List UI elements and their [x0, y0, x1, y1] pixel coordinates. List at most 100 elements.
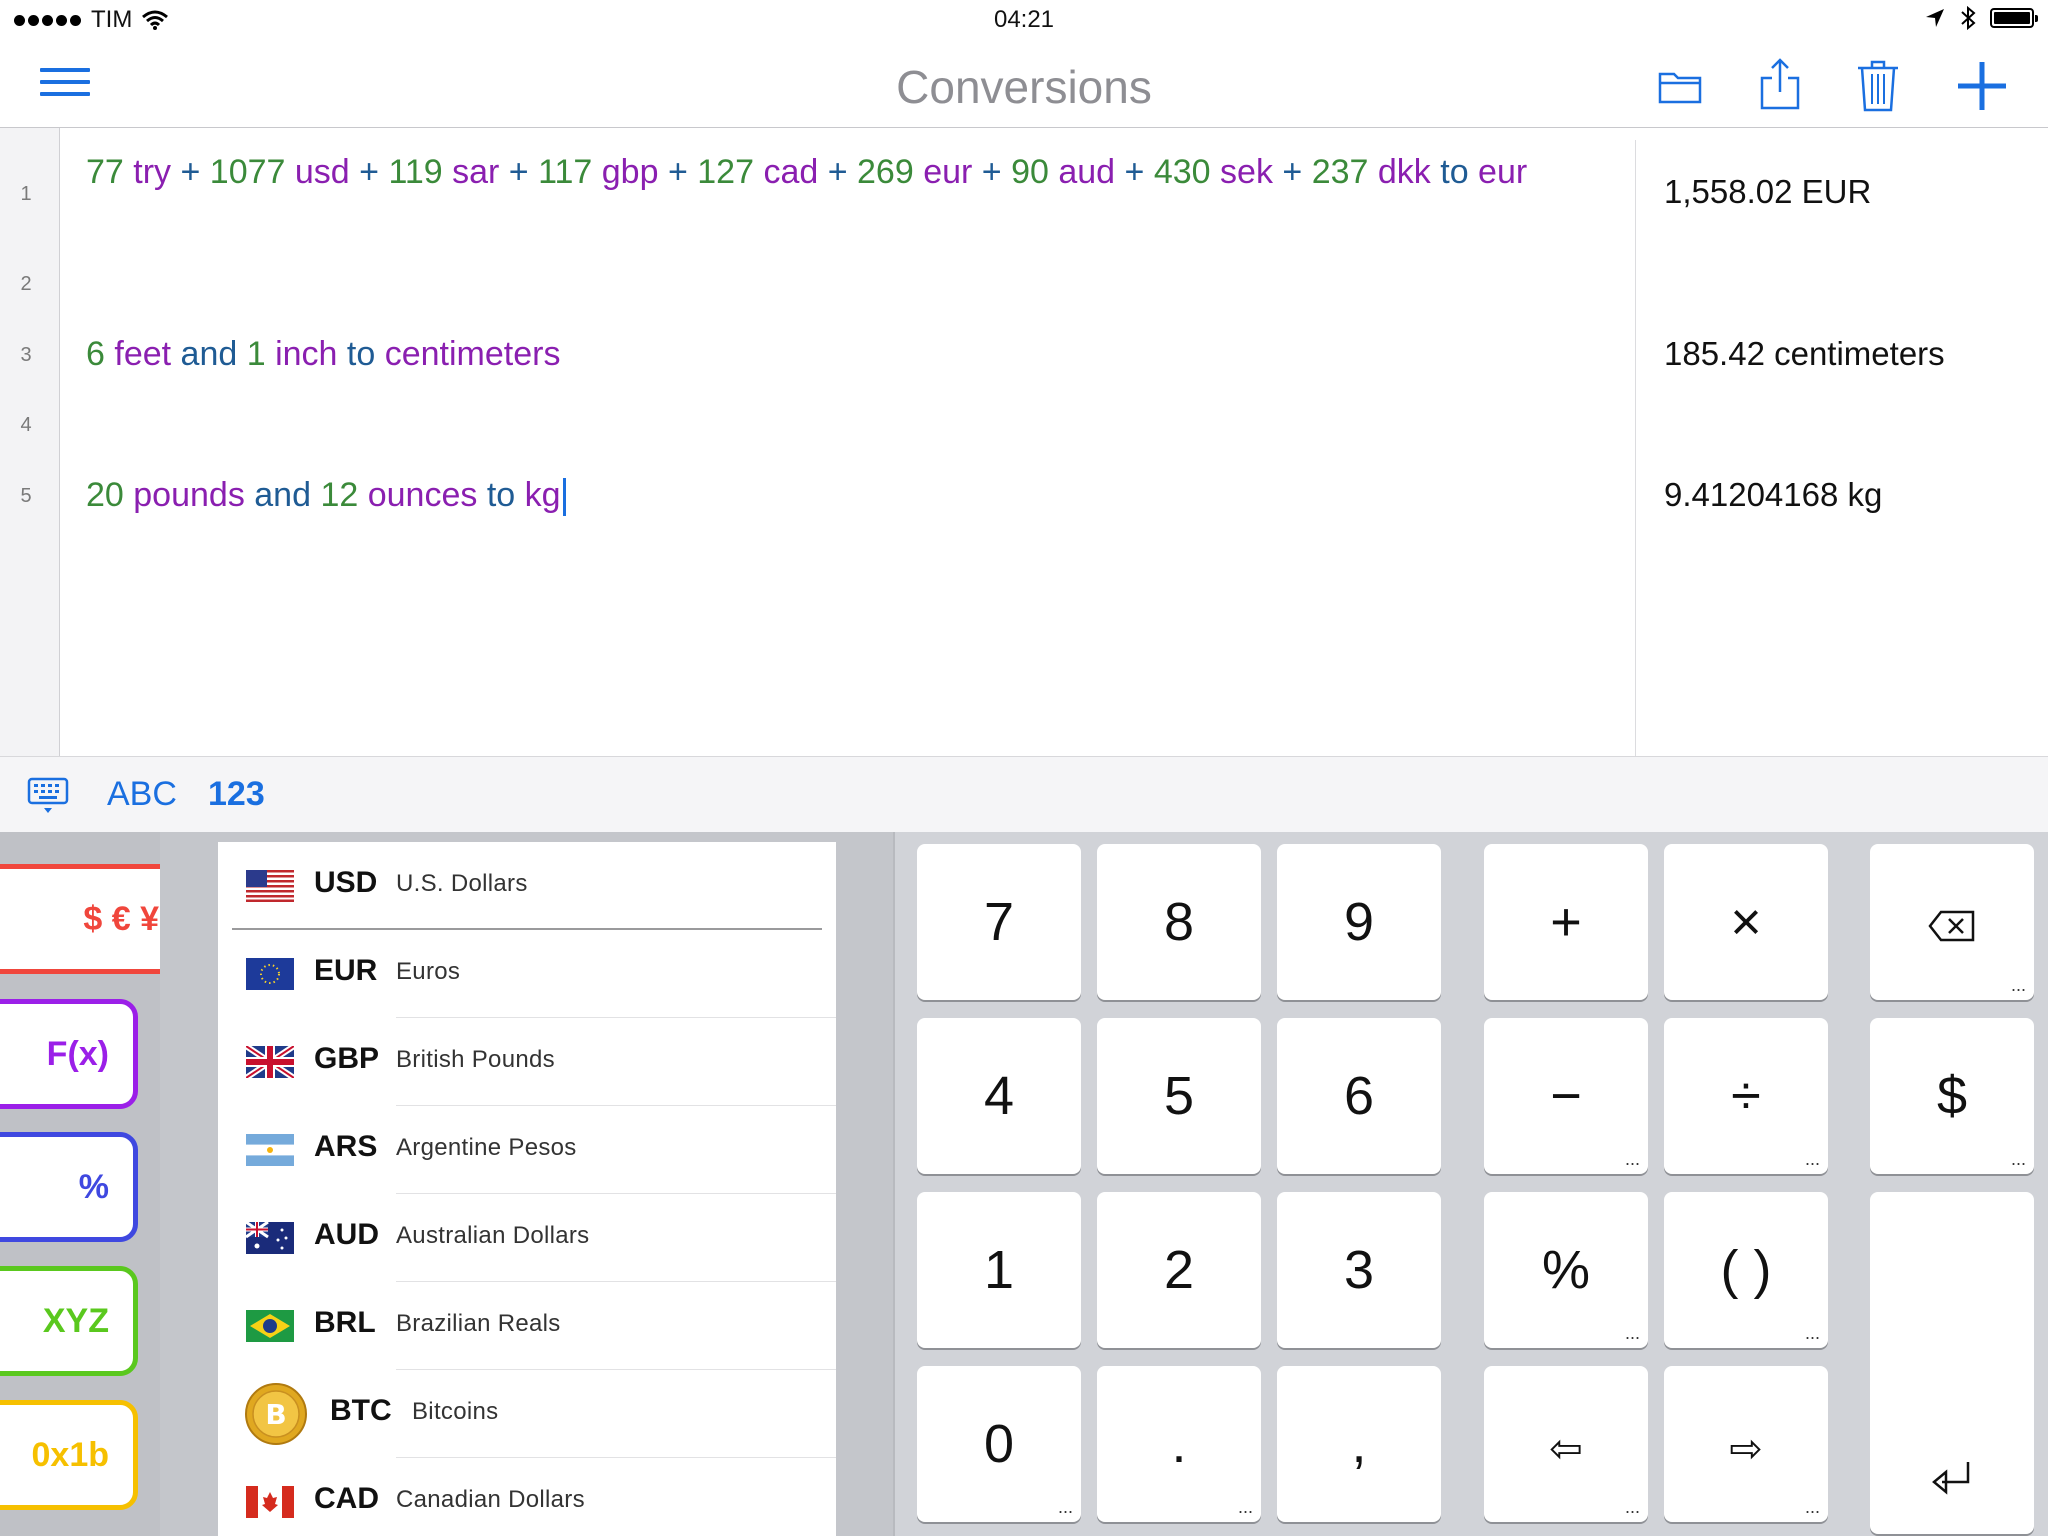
currency-code: GBP: [314, 1042, 380, 1075]
currency-item-eur[interactable]: EUR Euros: [218, 930, 836, 1018]
line-number: 2: [20, 273, 32, 295]
expression-line-3[interactable]: 6 feet and 1 inch to centimeters: [86, 334, 1596, 374]
currency-name: Bitcoins: [412, 1398, 499, 1425]
line-number: 5: [20, 485, 32, 507]
arrow-right-icon: ⇨: [1729, 1427, 1763, 1471]
currency-name: U.S. Dollars: [396, 870, 528, 897]
currency-item-gbp[interactable]: GBP British Pounds: [218, 1018, 836, 1106]
functions-category-button[interactable]: F(x): [0, 999, 138, 1109]
key-minus[interactable]: −...: [1484, 1018, 1648, 1174]
key-4[interactable]: 4: [917, 1018, 1081, 1174]
more-indicator: ...: [1624, 1497, 1640, 1517]
currency-code: EUR: [314, 954, 378, 987]
expression-token: +: [818, 153, 858, 191]
category-label: %: [78, 1168, 109, 1206]
expression-token: 127: [697, 153, 754, 191]
currency-item-usd[interactable]: USD U.S. Dollars: [218, 842, 836, 930]
expression-token: eur: [913, 153, 973, 191]
expression-line-5[interactable]: 20 pounds and 12 ounces to kg: [86, 475, 1596, 517]
expression-token: 237: [1311, 153, 1369, 191]
key-parentheses[interactable]: ( )...: [1664, 1192, 1828, 1348]
expression-token: +: [171, 153, 210, 191]
result-line-5: 9.41204168 kg: [1664, 476, 1883, 513]
key-5[interactable]: 5: [1097, 1018, 1261, 1174]
australia-flag-icon: [246, 1222, 294, 1254]
expression-token: 117: [538, 153, 593, 191]
key-7[interactable]: 7: [917, 844, 1081, 1000]
currency-code: CAD: [314, 1482, 379, 1515]
result-line-1: 1,558.02 EUR: [1664, 173, 1872, 210]
key-1[interactable]: 1: [917, 1192, 1081, 1348]
key-enter[interactable]: [1870, 1192, 2034, 1534]
expression-token: pounds: [123, 476, 245, 514]
key-3[interactable]: 3: [1277, 1192, 1441, 1348]
line-number-gutter: 1 2 3 4 5: [0, 128, 60, 756]
key-8[interactable]: 8: [1097, 844, 1261, 1000]
percent-category-button[interactable]: %: [0, 1132, 138, 1242]
variables-category-button[interactable]: XYZ: [0, 1266, 138, 1376]
expression-token: 1077: [209, 153, 286, 191]
key-comma[interactable]: ,: [1277, 1366, 1441, 1522]
currency-list[interactable]: USD U.S. Dollars EUR Euros GBP British P…: [218, 842, 836, 1536]
category-column: $ € ¥ F(x) % XYZ 0x1b: [0, 832, 188, 1536]
more-indicator: ...: [1804, 1323, 1820, 1343]
numeric-keypad: 7 8 9 + × ... 4 5 6 −... ÷... $... 1 2 3…: [893, 832, 2048, 1536]
expression-line-1[interactable]: 77 try + 1077 usd + 119 sar + 117 gbp + …: [86, 152, 1596, 192]
expression-token: 269: [857, 153, 914, 191]
key-label: $: [1936, 1066, 1968, 1126]
return-icon: [1932, 1462, 1970, 1495]
arrow-left-icon: ⇦: [1549, 1427, 1583, 1471]
expression-token: to: [477, 476, 525, 514]
key-backspace[interactable]: ...: [1870, 844, 2034, 1000]
key-dollar[interactable]: $...: [1870, 1018, 2034, 1174]
expression-token: feet: [104, 335, 172, 373]
line-number: 3: [20, 344, 32, 366]
expression-token: sek: [1210, 153, 1273, 191]
hex-category-button[interactable]: 0x1b: [0, 1400, 138, 1510]
battery-icon: [1990, 8, 2038, 28]
editor[interactable]: 1 2 3 4 5 77 try + 1077 usd + 119 sar + …: [0, 128, 2048, 756]
abc-mode-tab[interactable]: ABC: [107, 775, 177, 814]
currency-item-aud[interactable]: AUD Australian Dollars: [218, 1194, 836, 1282]
more-indicator: ...: [1804, 1497, 1820, 1517]
currency-item-ars[interactable]: ARS Argentine Pesos: [218, 1106, 836, 1194]
currency-item-brl[interactable]: BRL Brazilian Reals: [218, 1282, 836, 1370]
currency-item-cad[interactable]: CAD Canadian Dollars: [218, 1458, 836, 1536]
key-label: ( ): [1720, 1240, 1772, 1300]
key-plus[interactable]: +: [1484, 844, 1648, 1000]
currency-name: British Pounds: [396, 1046, 555, 1073]
key-6[interactable]: 6: [1277, 1018, 1441, 1174]
currency-code: BRL: [314, 1306, 376, 1339]
expression-token: 119: [388, 153, 443, 191]
folder-icon[interactable]: [1650, 56, 1710, 116]
key-multiply[interactable]: ×: [1664, 844, 1828, 1000]
key-cursor-left[interactable]: ⇦...: [1484, 1366, 1648, 1522]
key-percent[interactable]: %...: [1484, 1192, 1648, 1348]
argentina-flag-icon: [246, 1134, 294, 1166]
trash-icon[interactable]: [1848, 56, 1908, 116]
navigation-bar: Conversions: [0, 40, 2048, 128]
key-divide[interactable]: ÷...: [1664, 1018, 1828, 1174]
key-0[interactable]: 0...: [917, 1366, 1081, 1522]
key-9[interactable]: 9: [1277, 844, 1441, 1000]
expression-token: +: [658, 153, 698, 191]
key-2[interactable]: 2: [1097, 1192, 1261, 1348]
expression-token: +: [1272, 153, 1312, 191]
expression-token: 430: [1153, 153, 1211, 191]
share-icon[interactable]: [1750, 56, 1810, 116]
key-cursor-right[interactable]: ⇨...: [1664, 1366, 1828, 1522]
key-decimal[interactable]: ....: [1097, 1366, 1261, 1522]
key-label: ÷: [1731, 1066, 1761, 1126]
expression-token: 77: [86, 153, 124, 191]
category-label: F(x): [46, 1035, 109, 1073]
key-label: %: [1541, 1240, 1590, 1300]
expression-token: and: [244, 476, 321, 514]
expression-token: +: [972, 153, 1012, 191]
numeric-mode-tab[interactable]: 123: [208, 775, 265, 814]
expression-token: kg: [524, 476, 561, 514]
currency-item-btc[interactable]: B BTC Bitcoins: [218, 1370, 836, 1458]
keyboard-hide-icon[interactable]: [26, 773, 70, 817]
currency-name: Argentine Pesos: [396, 1134, 577, 1161]
expression-token: and: [171, 335, 247, 373]
add-icon[interactable]: [1952, 56, 2012, 116]
